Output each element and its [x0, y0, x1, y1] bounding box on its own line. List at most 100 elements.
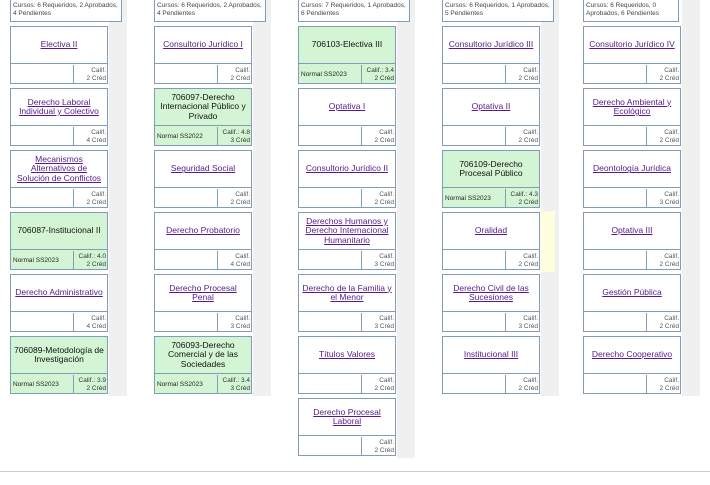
course-grade: Calif. 3 Créd — [648, 189, 681, 208]
grade-value: Calif.: 3.9 — [78, 377, 106, 384]
course-link[interactable]: Títulos Valores — [319, 350, 375, 360]
course-link-cell[interactable]: Derecho Administrativo — [11, 275, 107, 312]
course-link-cell[interactable]: Optativa I — [299, 89, 395, 126]
column-summary: Cursos: 7 Requeridos, 1 Aprobados, 6 Pen… — [298, 0, 410, 22]
course-link[interactable]: Optativa II — [472, 102, 511, 112]
course-link[interactable]: Derecho Probatorio — [166, 226, 240, 236]
course-grade: Calif. 2 Créd — [507, 251, 540, 270]
course-link[interactable]: Gestión Pública — [602, 288, 662, 298]
credit-value: 2 Créd — [374, 75, 394, 82]
course-link-cell[interactable]: Consultorio Jurídico III — [443, 27, 539, 64]
course-link-cell[interactable]: Derechos Humanos y Derecho Internacional… — [299, 213, 395, 250]
course-status — [443, 375, 506, 394]
course-card: Consultorio Jurídico II Calif. 2 Créd — [298, 150, 396, 208]
credit-value: 2 Créd — [230, 75, 250, 82]
course-card: Optativa III Calif. 2 Créd — [583, 212, 681, 270]
course-grade: Calif. 2 Créd — [363, 189, 396, 208]
course-status — [299, 437, 362, 456]
course-link[interactable]: Derecho Cooperativo — [592, 350, 672, 360]
course-link[interactable]: Consultorio Jurídico I — [163, 40, 243, 50]
course-link-cell[interactable]: Derecho Procesal Laboral — [299, 399, 395, 436]
course-link-cell[interactable]: Institucional III — [443, 337, 539, 374]
course-link[interactable]: Optativa III — [611, 226, 652, 236]
course-grade: Calif. 2 Créd — [363, 375, 396, 394]
course-link-cell[interactable]: Derecho Procesal Penal — [155, 275, 251, 312]
course-link[interactable]: Derecho de la Familia y el Menor — [302, 283, 392, 303]
course-link-cell[interactable]: Derecho de la Familia y el Menor — [299, 275, 395, 312]
course-link[interactable]: Institucional III — [464, 350, 518, 360]
grade-value: Calif. — [235, 67, 250, 74]
course-status — [443, 65, 506, 84]
credit-value: 2 Créd — [659, 261, 679, 268]
grade-value: Calif. — [379, 253, 394, 260]
course-status — [584, 313, 647, 332]
course-grade: Calif. 3 Créd — [507, 313, 540, 332]
course-link-cell[interactable]: Seguridad Social — [155, 151, 251, 188]
course-grade: Calif. 2 Créd — [363, 127, 396, 146]
course-grade: Calif. 2 Créd — [75, 65, 108, 84]
grade-value: Calif. — [379, 315, 394, 322]
course-link[interactable]: Consultorio Jurídico IV — [589, 40, 675, 50]
course-link[interactable]: Optativa I — [329, 102, 365, 112]
course-link-cell[interactable]: Derecho Laboral Individual y Colectivo — [11, 89, 107, 126]
course-link[interactable]: Derechos Humanos y Derecho Internacional… — [302, 216, 392, 246]
grade-value: Calif. — [379, 439, 394, 446]
course-link[interactable]: Derecho Laboral Individual y Colectivo — [14, 97, 104, 117]
course-link-cell[interactable]: Derecho Ambiental y Ecológico — [584, 89, 680, 126]
course-link-cell[interactable]: Mecanismos Alternativos de Solución de C… — [11, 151, 107, 188]
course-link[interactable]: Consultorio Jurídico III — [449, 40, 534, 50]
course-link-cell[interactable]: Consultorio Jurídico I — [155, 27, 251, 64]
course-grade: Calif. 3 Créd — [219, 313, 252, 332]
course-link-cell[interactable]: Derecho Civil de las Sucesiones — [443, 275, 539, 312]
course-link[interactable]: Derecho Procesal Laboral — [302, 407, 392, 427]
course-link-cell[interactable]: Deontología Jurídica — [584, 151, 680, 188]
course-link-cell[interactable]: Consultorio Jurídico II — [299, 151, 395, 188]
course-link-cell[interactable]: Electiva II — [11, 27, 107, 64]
course-link[interactable]: Derecho Procesal Penal — [158, 283, 248, 303]
course-grade: Calif. 2 Créd — [75, 189, 108, 208]
course-link[interactable]: Derecho Administrativo — [15, 288, 102, 298]
grade-value: Calif. — [379, 191, 394, 198]
course-link[interactable]: Electiva II — [41, 40, 78, 50]
course-link-cell[interactable]: Títulos Valores — [299, 337, 395, 374]
course-link[interactable]: Mecanismos Alternativos de Solución de C… — [14, 154, 104, 184]
course-link[interactable]: Consultorio Jurídico II — [306, 164, 388, 174]
grade-value: Calif. — [235, 191, 250, 198]
course-card: Electiva II Calif. 2 Créd — [10, 26, 108, 84]
course-link[interactable]: Derecho Ambiental y Ecológico — [587, 97, 677, 117]
grade-value: Calif. — [664, 253, 679, 260]
course-card: Consultorio Jurídico III Calif. 2 Créd — [442, 26, 540, 84]
course-grade: Calif. 2 Créd — [648, 65, 681, 84]
course-card: Consultorio Jurídico I Calif. 2 Créd — [154, 26, 252, 84]
column-separator — [682, 0, 700, 396]
course-card: Mecanismos Alternativos de Solución de C… — [10, 150, 108, 208]
course-link-cell[interactable]: Oralidad — [443, 213, 539, 250]
course-link[interactable]: Seguridad Social — [171, 164, 235, 174]
course-grade: Calif.: 3.4 2 Créd — [363, 65, 396, 84]
course-grade: Calif. 2 Créd — [363, 437, 396, 456]
course-link-cell[interactable]: Gestión Pública — [584, 275, 680, 312]
course-status — [584, 189, 647, 208]
course-link-cell[interactable]: Consultorio Jurídico IV — [584, 27, 680, 64]
course-status — [155, 65, 218, 84]
course-title: 706093-Derecho Comercial y de las Socied… — [155, 337, 251, 374]
credit-value: 2 Créd — [86, 75, 106, 82]
course-card: Derechos Humanos y Derecho Internacional… — [298, 212, 396, 270]
course-link-cell[interactable]: Derecho Cooperativo — [584, 337, 680, 374]
course-link-cell[interactable]: Derecho Probatorio — [155, 213, 251, 250]
credit-value: 2 Créd — [518, 75, 538, 82]
grade-value: Calif. — [523, 377, 538, 384]
course-link[interactable]: Oralidad — [475, 226, 507, 236]
credit-value: 3 Créd — [230, 323, 250, 330]
course-link[interactable]: Deontología Jurídica — [593, 164, 671, 174]
course-status — [11, 189, 74, 208]
course-link-cell[interactable]: Optativa II — [443, 89, 539, 126]
course-card: 706087-Institucional II Normal SS2023 Cali… — [10, 212, 108, 270]
course-grade: Calif.: 3.9 2 Créd — [75, 375, 108, 394]
course-link-cell[interactable]: Optativa III — [584, 213, 680, 250]
credit-value: 3 Créd — [659, 199, 679, 206]
course-card: Derecho Cooperativo Calif. 2 Créd — [583, 336, 681, 394]
grade-value: Calif. — [235, 315, 250, 322]
course-status — [443, 313, 506, 332]
course-link[interactable]: Derecho Civil de las Sucesiones — [446, 283, 536, 303]
